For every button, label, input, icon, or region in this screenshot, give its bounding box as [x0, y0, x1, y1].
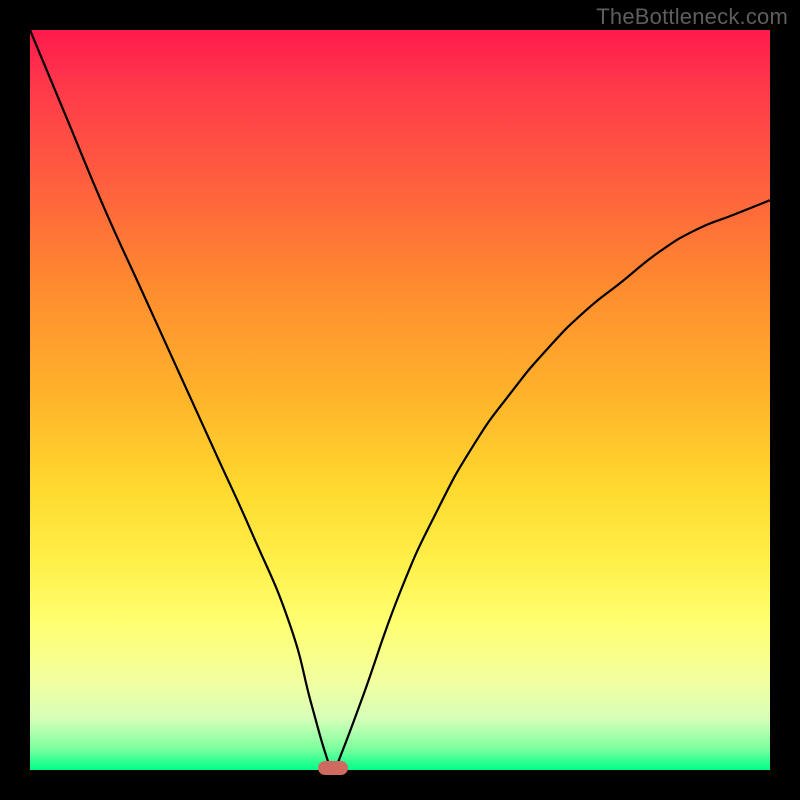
plot-area	[30, 30, 770, 770]
bottleneck-curve	[30, 30, 770, 770]
chart-frame: TheBottleneck.com	[0, 0, 800, 800]
optimum-marker	[318, 761, 348, 775]
curve-path	[30, 30, 770, 770]
watermark-text: TheBottleneck.com	[596, 4, 788, 30]
